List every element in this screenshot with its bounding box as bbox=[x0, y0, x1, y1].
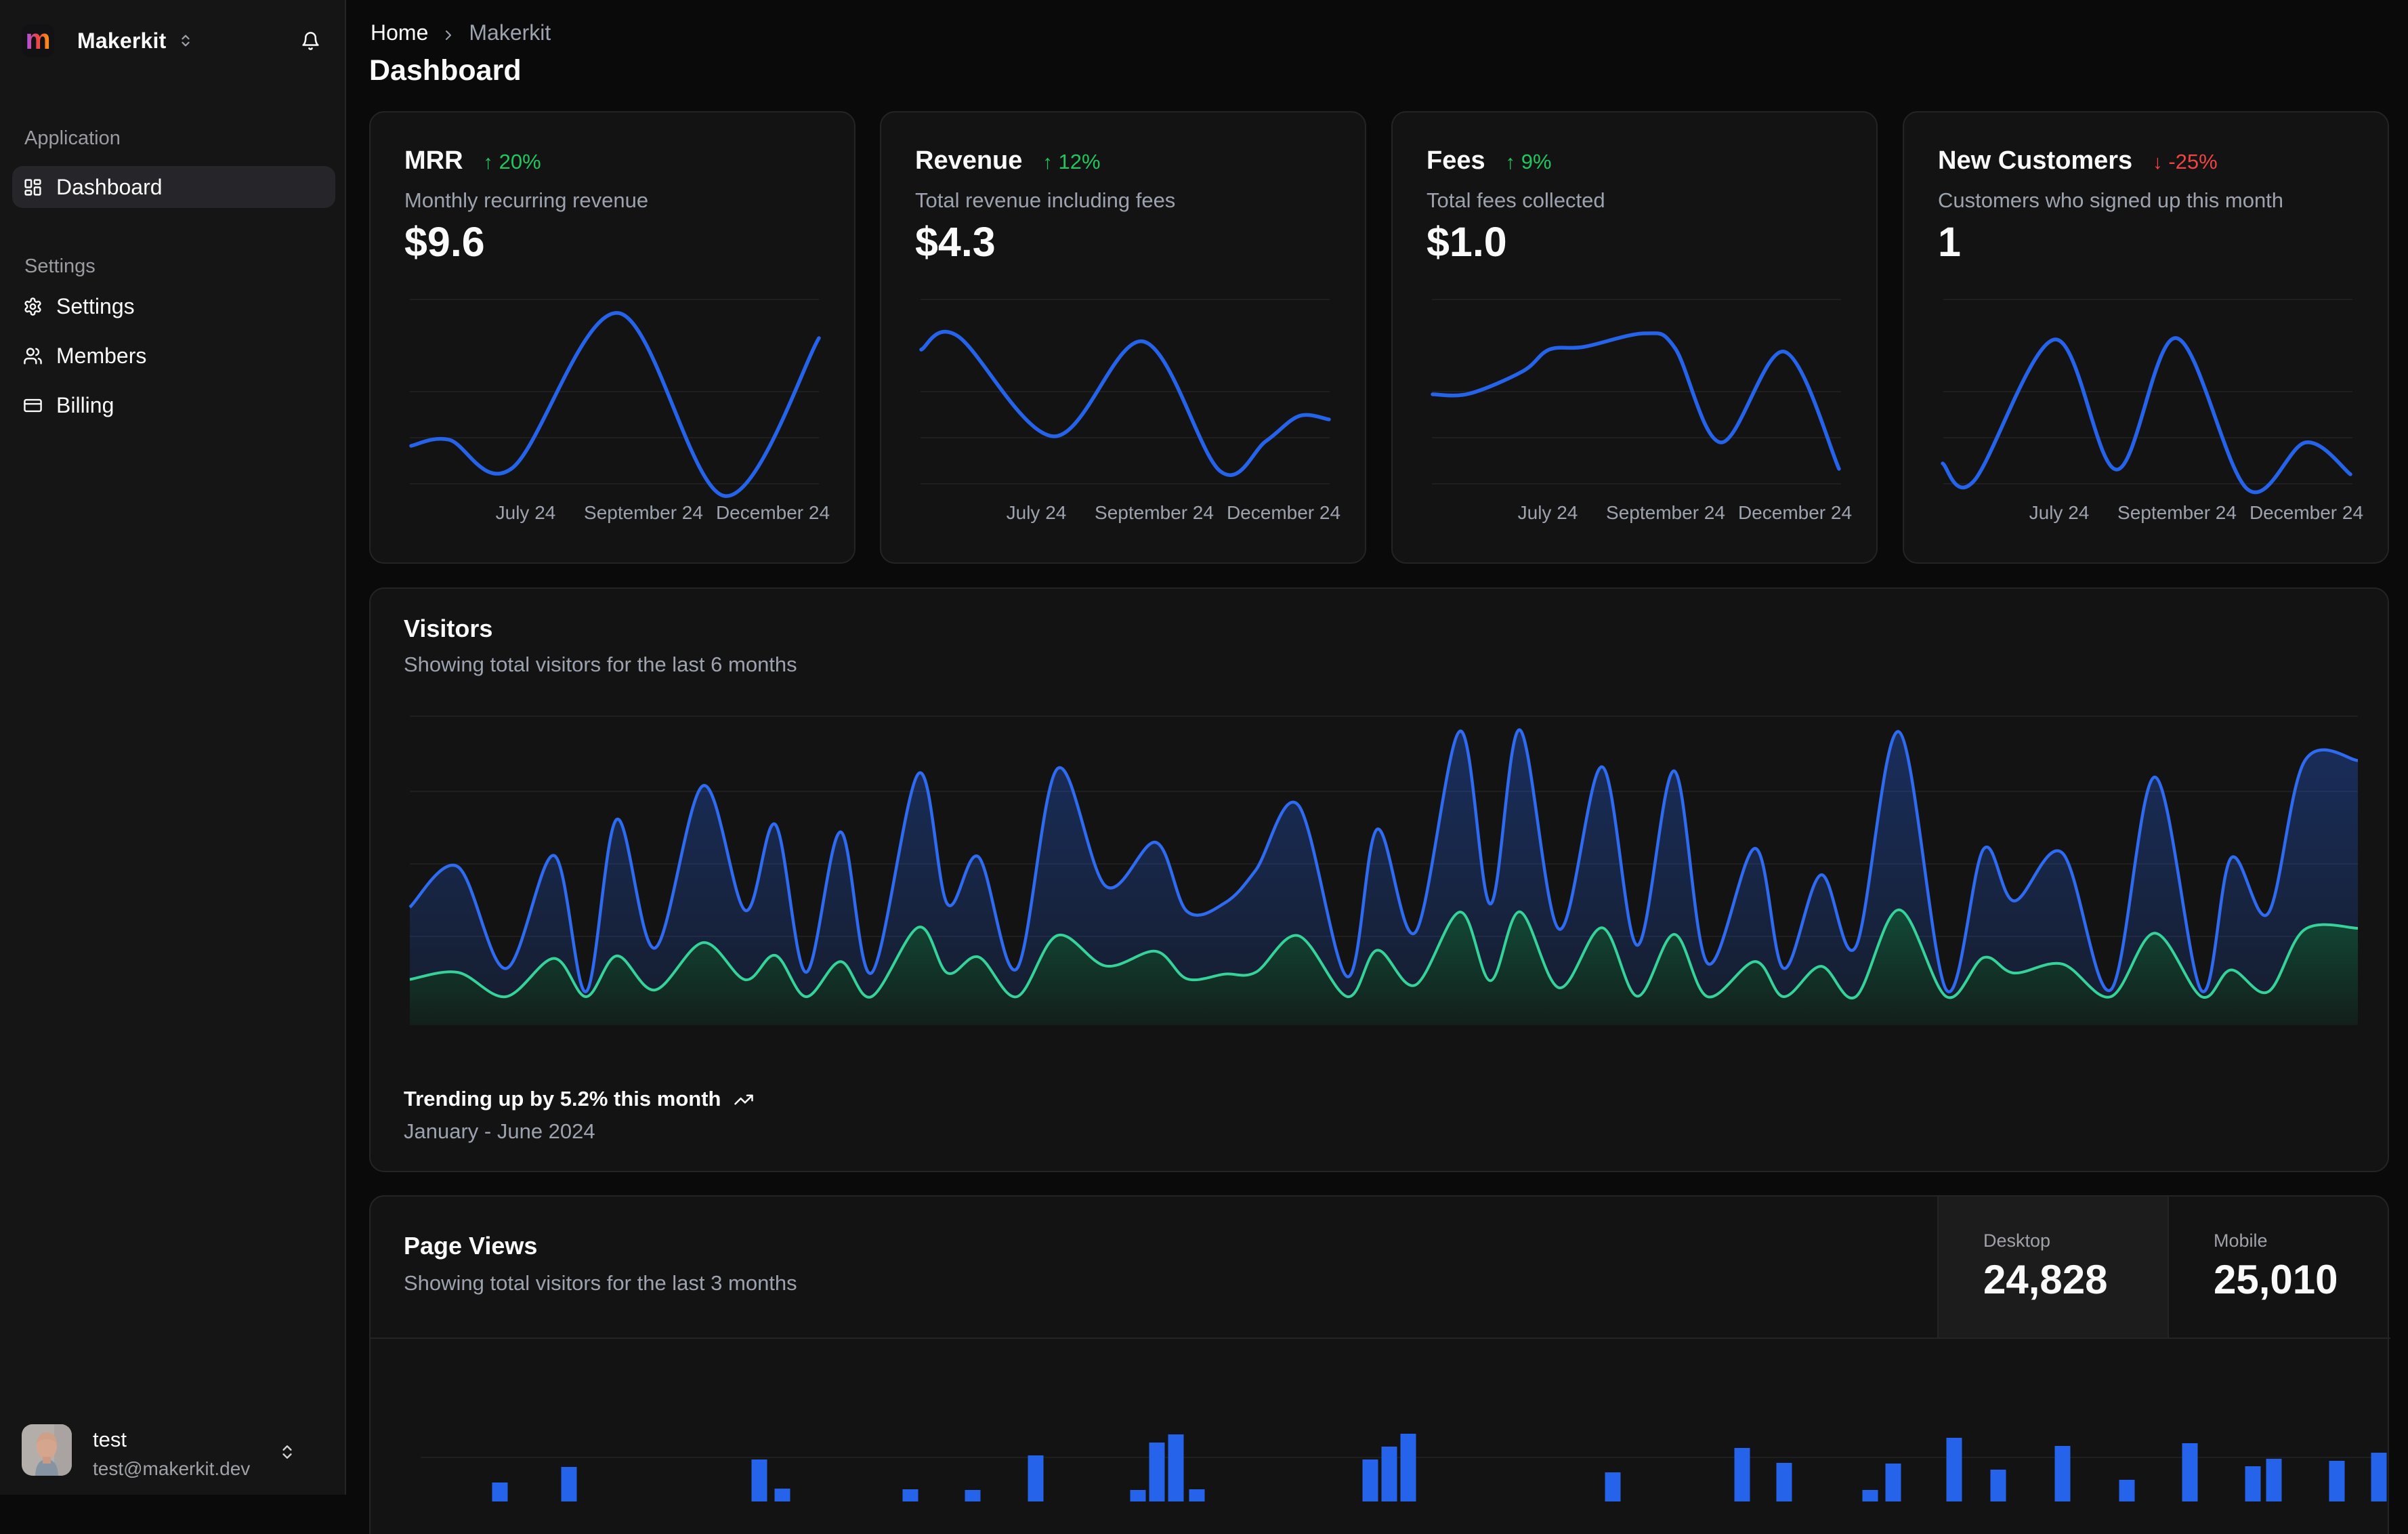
svg-text:September 24: September 24 bbox=[1606, 502, 1725, 523]
svg-text:July 24: July 24 bbox=[1007, 502, 1067, 523]
svg-text:July 24: July 24 bbox=[1518, 502, 1578, 523]
svg-text:December 24: December 24 bbox=[2249, 502, 2363, 523]
svg-text:September 24: September 24 bbox=[2117, 502, 2237, 523]
svg-text:December 24: December 24 bbox=[1738, 502, 1852, 523]
svg-text:September 24: September 24 bbox=[584, 502, 703, 523]
svg-text:September 24: September 24 bbox=[1095, 502, 1214, 523]
svg-text:December 24: December 24 bbox=[716, 502, 830, 523]
svg-text:July 24: July 24 bbox=[496, 502, 556, 523]
svg-text:December 24: December 24 bbox=[1227, 502, 1340, 523]
svg-text:July 24: July 24 bbox=[2029, 502, 2090, 523]
